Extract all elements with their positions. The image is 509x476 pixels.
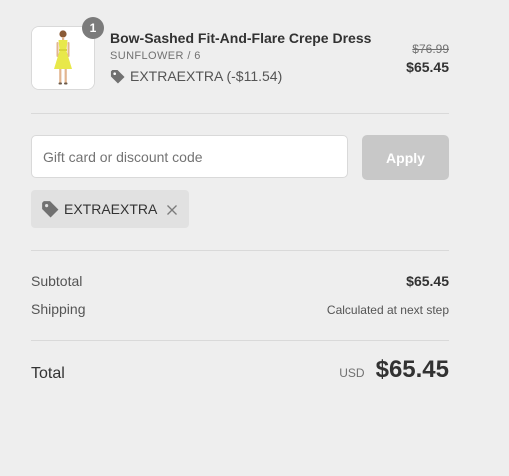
order-summary-panel: 1 Bow-Sashed Fit-And-Flare Crepe Dress S…	[0, 0, 509, 476]
total-value-group: USD $65.45	[339, 356, 449, 384]
divider	[31, 250, 449, 251]
shipping-value: Calculated at next step	[326, 303, 449, 317]
total-label: Total	[31, 365, 65, 382]
shipping-label: Shipping	[31, 301, 86, 317]
discount-code-input[interactable]	[31, 135, 348, 178]
currency-code: USD	[339, 366, 365, 380]
subtotal-value: $65.45	[406, 273, 449, 289]
yellow-dress-photo	[32, 27, 94, 89]
applied-discount-chip: EXTRAEXTRA	[31, 190, 190, 228]
quantity-badge: 1	[82, 17, 104, 39]
product-variant: SUNFLOWER / 6	[110, 50, 201, 62]
divider	[31, 113, 449, 114]
tag-icon	[41, 200, 59, 218]
apply-button[interactable]: Apply	[362, 135, 449, 180]
applied-code-label: EXTRAEXTRA	[64, 201, 158, 217]
tag-icon	[110, 69, 125, 84]
line-item: 1 Bow-Sashed Fit-And-Flare Crepe Dress S…	[31, 17, 449, 92]
total-amount: $65.45	[375, 356, 449, 383]
subtotal-label: Subtotal	[31, 273, 83, 289]
product-discount-label: EXTRAEXTRA (-$11.54)	[130, 68, 283, 84]
product-discount-line: EXTRAEXTRA (-$11.54)	[110, 68, 282, 84]
original-price: $76.99	[412, 42, 449, 56]
product-thumbnail-wrapper: 1	[31, 17, 104, 90]
product-price: $65.45	[406, 59, 449, 75]
divider	[31, 340, 449, 341]
product-name: Bow-Sashed Fit-And-Flare Crepe Dress	[110, 30, 372, 46]
close-icon[interactable]	[166, 203, 178, 215]
